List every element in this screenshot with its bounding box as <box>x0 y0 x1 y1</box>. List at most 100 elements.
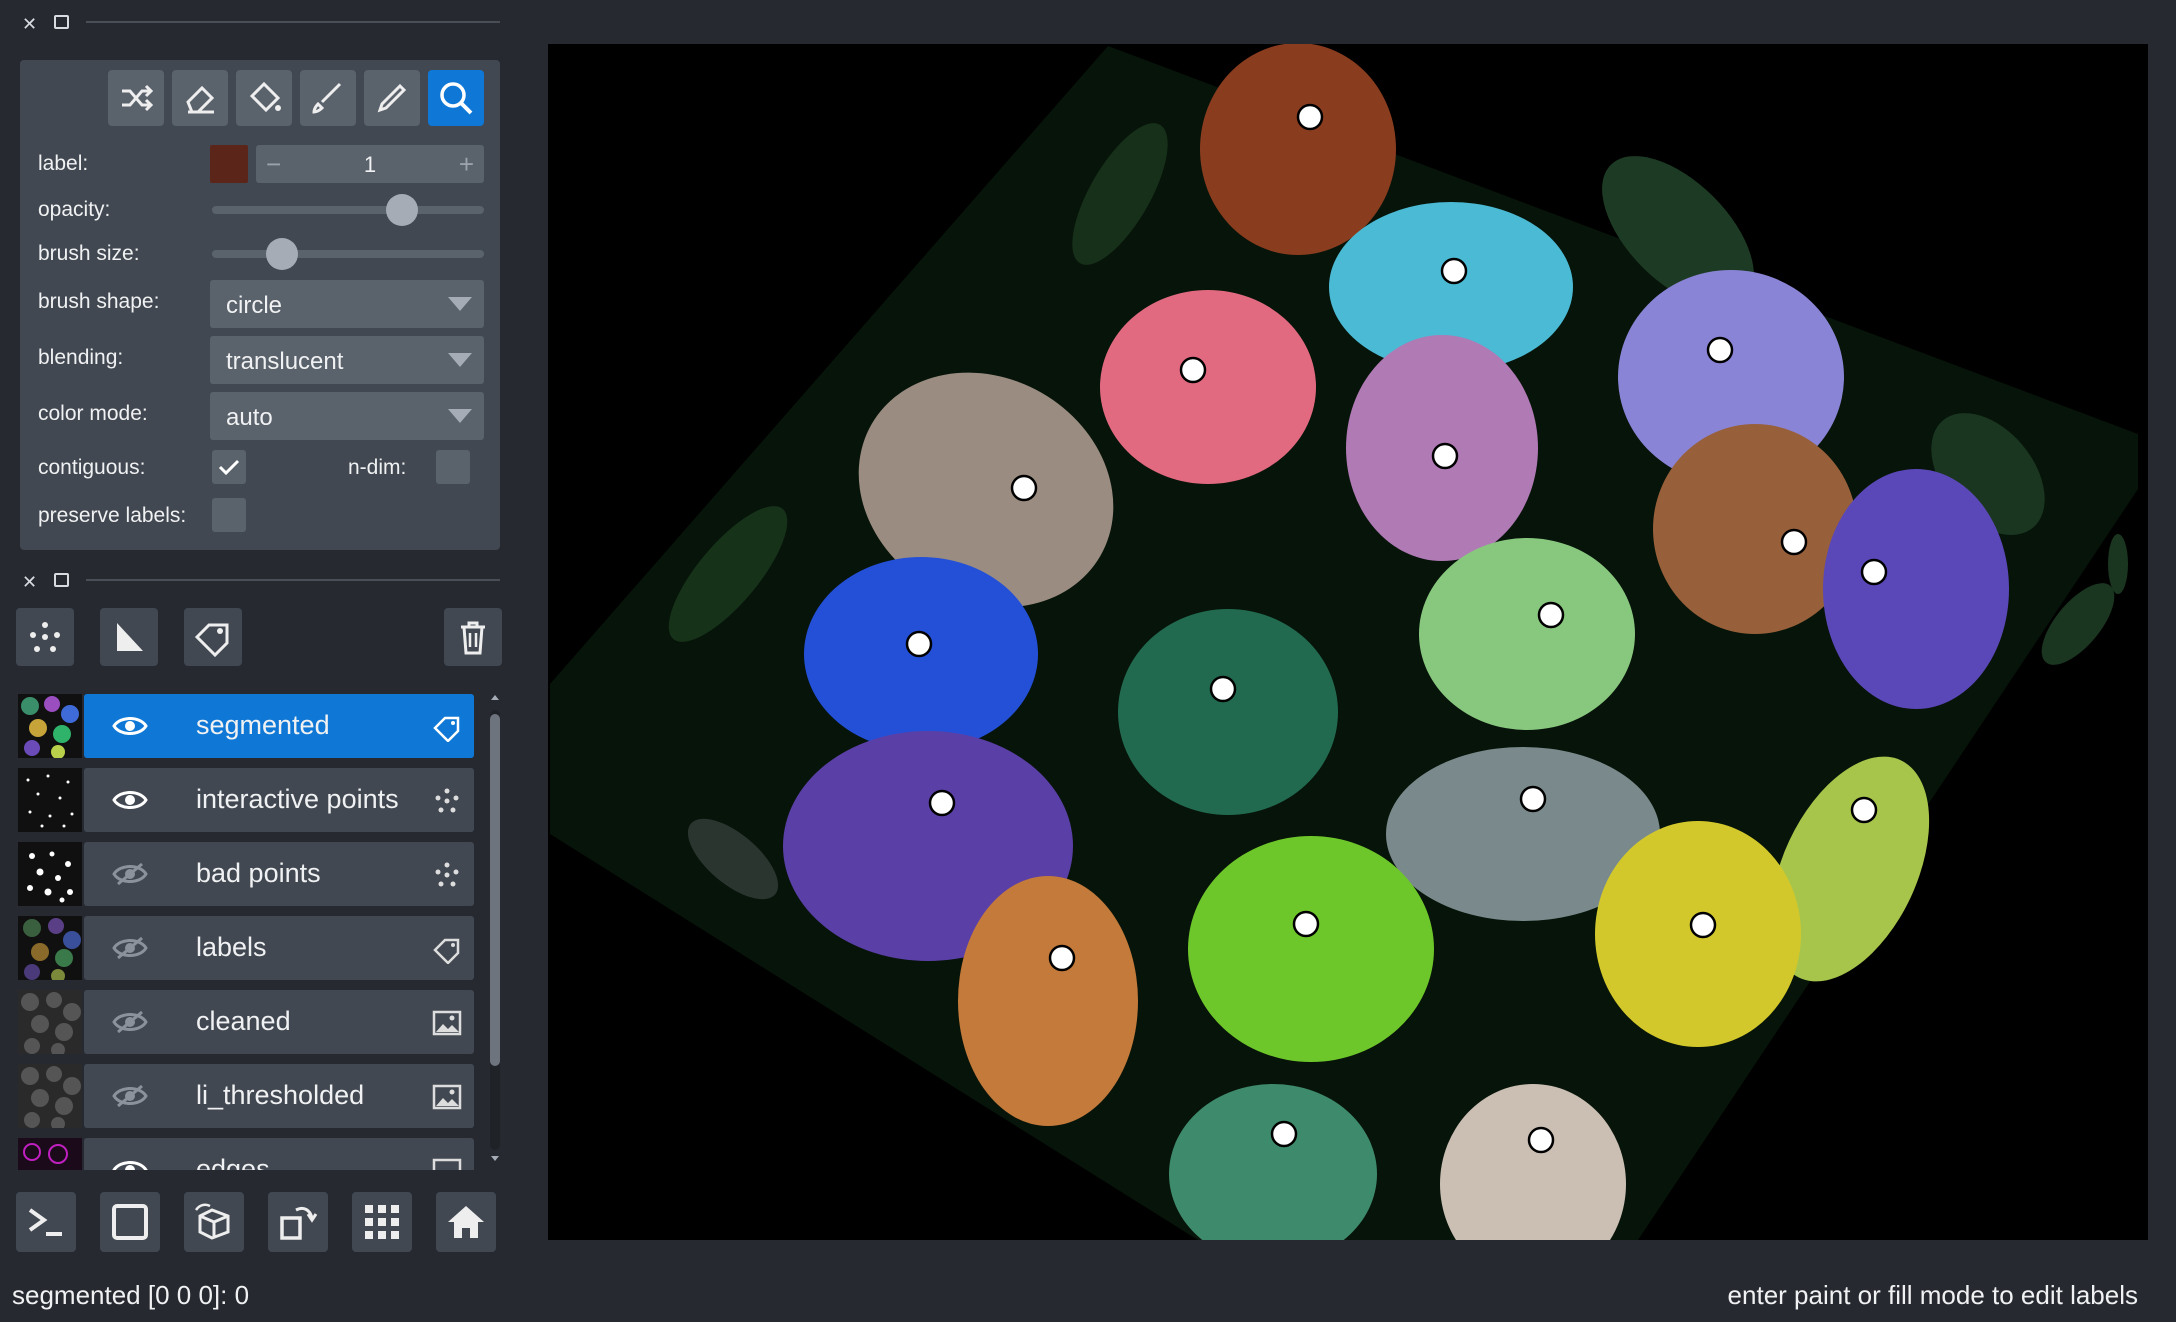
visibility-eye-off-icon[interactable] <box>112 934 148 962</box>
scroll-up-icon[interactable] <box>488 690 502 704</box>
preserve-labels-caption: preserve labels: <box>38 504 187 527</box>
layer-thumbnail <box>18 1064 82 1128</box>
label-spinbox[interactable]: − 1 + <box>256 145 484 183</box>
brush-shape-caption: brush shape: <box>38 290 160 313</box>
blending-value: translucent <box>226 348 344 375</box>
delete-layer-icon <box>461 621 485 655</box>
layer-thumbnail <box>18 990 82 1054</box>
eraser-icon <box>186 85 215 114</box>
close-dock-icon[interactable]: ✕ <box>22 572 37 593</box>
labels-layer-icon <box>433 938 460 964</box>
controls-dock-header: ✕ <box>14 12 500 42</box>
image-layer-icon <box>432 1084 462 1110</box>
layer-row-interactive-points[interactable]: interactive points <box>18 768 474 832</box>
preserve-labels-checkbox[interactable] <box>212 498 246 532</box>
transpose-dimensions-button[interactable] <box>268 1192 328 1252</box>
chevron-down-icon <box>448 297 472 311</box>
points-layer-icon <box>435 788 459 813</box>
layer-row-labels[interactable]: labels <box>18 916 474 980</box>
color-mode-dropdown[interactable]: auto <box>210 392 484 440</box>
console-button[interactable] <box>16 1192 76 1252</box>
paint-button[interactable] <box>300 70 356 126</box>
brush-size-slider[interactable] <box>212 238 484 270</box>
fill-button[interactable] <box>236 70 292 126</box>
zoom-icon <box>440 82 473 115</box>
image-layer-icon <box>432 1010 462 1036</box>
layer-thumbnail <box>18 694 82 758</box>
layer-row-segmented[interactable]: segmented <box>18 694 474 758</box>
2d-3d-toggle-icon <box>112 1204 148 1240</box>
layer-thumbnail <box>18 842 82 906</box>
layer-list-scrollbar[interactable] <box>486 690 502 1170</box>
reset-view-button[interactable] <box>436 1192 496 1252</box>
ndim-checkbox[interactable] <box>436 450 470 484</box>
scrollbar-thumb[interactable] <box>490 714 500 1066</box>
delete-layer-button[interactable] <box>444 608 502 666</box>
brush-size-slider-handle[interactable] <box>266 238 298 270</box>
layer-name: cleaned <box>196 1006 291 1036</box>
new-shapes-icon <box>117 623 143 651</box>
brush-shape-value: circle <box>226 292 283 319</box>
contiguous-caption: contiguous: <box>38 456 146 479</box>
image-layer-icon <box>432 1158 462 1170</box>
console-icon <box>28 1208 62 1236</box>
shuffle-colors-button[interactable] <box>108 70 164 126</box>
pick-color-button[interactable] <box>364 70 420 126</box>
toggle-ndisplay-button[interactable] <box>100 1192 160 1252</box>
layer-row-bad-points[interactable]: bad points <box>18 842 474 906</box>
grid-mode-button[interactable] <box>352 1192 412 1252</box>
layer-name: segmented <box>196 710 330 740</box>
label-controls-panel: label: − 1 + opacity: brush size: brush … <box>20 60 500 550</box>
scroll-down-icon[interactable] <box>488 1152 502 1166</box>
roll-dimensions-button[interactable] <box>184 1192 244 1252</box>
layer-row-edges[interactable]: edges <box>18 1138 474 1170</box>
layer-name: li_thresholded <box>196 1080 365 1110</box>
segmented-cells-image <box>550 44 2138 1240</box>
layer-row-li-thresholded[interactable]: li_thresholded <box>18 1064 474 1128</box>
layer-row-cleaned[interactable]: cleaned <box>18 990 474 1054</box>
visibility-eye-icon[interactable] <box>112 786 148 814</box>
color-mode-value: auto <box>226 404 273 431</box>
float-dock-icon[interactable] <box>54 573 69 587</box>
grid-icon <box>365 1205 399 1239</box>
new-points-icon <box>30 622 60 652</box>
blending-caption: blending: <box>38 346 124 369</box>
new-shapes-layer-button[interactable] <box>100 608 158 666</box>
layer-name: edges <box>196 1154 270 1170</box>
visibility-eye-icon[interactable] <box>112 1156 148 1170</box>
opacity-slider[interactable] <box>212 194 484 226</box>
visibility-eye-icon[interactable] <box>112 712 148 740</box>
ndim-caption: n-dim: <box>348 456 407 479</box>
opacity-slider-handle[interactable] <box>386 194 418 226</box>
contiguous-checkbox[interactable] <box>212 450 246 484</box>
shuffle-colors-icon <box>122 84 154 112</box>
layers-dock-header: ✕ <box>14 570 500 600</box>
color-mode-caption: color mode: <box>38 402 148 425</box>
blending-dropdown[interactable]: translucent <box>210 336 484 384</box>
new-labels-icon <box>194 623 229 657</box>
close-dock-icon[interactable]: ✕ <box>22 14 37 35</box>
layer-thumbnail <box>18 1138 82 1170</box>
viewer-canvas[interactable] <box>548 44 2148 1240</box>
visibility-eye-off-icon[interactable] <box>112 1008 148 1036</box>
status-help-text: enter paint or fill mode to edit labels <box>1727 1280 2138 1310</box>
layer-thumbnail <box>18 916 82 980</box>
visibility-eye-off-icon[interactable] <box>112 1082 148 1110</box>
pan-zoom-button[interactable] <box>428 70 484 126</box>
paintbrush-icon <box>312 82 342 114</box>
new-points-layer-button[interactable] <box>16 608 74 666</box>
new-labels-layer-button[interactable] <box>184 608 242 666</box>
layer-thumbnail <box>18 768 82 832</box>
status-layer-value: segmented [0 0 0]: 0 <box>12 1280 250 1310</box>
opacity-caption: opacity: <box>38 198 111 221</box>
layer-name: bad points <box>196 858 321 888</box>
eraser-button[interactable] <box>172 70 228 126</box>
layer-name: labels <box>196 932 267 962</box>
label-caption: label: <box>38 152 89 175</box>
brush-shape-dropdown[interactable]: circle <box>210 280 484 328</box>
visibility-eye-off-icon[interactable] <box>112 860 148 888</box>
increment-icon[interactable]: + <box>459 149 474 180</box>
float-dock-icon[interactable] <box>54 15 69 29</box>
points-layer-icon <box>435 862 459 887</box>
label-color-swatch[interactable] <box>210 145 248 183</box>
